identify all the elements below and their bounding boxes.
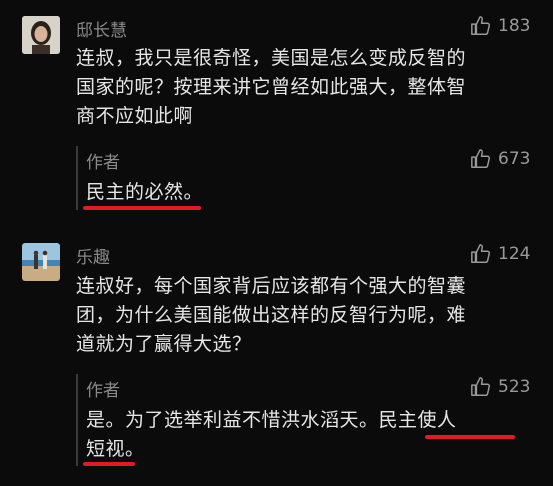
comment-text: 连叔，我只是很奇怪，美国是怎么变成反智的 国家的呢？按理来讲它曾经如此强大，整体… (76, 44, 466, 131)
avatar[interactable] (22, 16, 60, 54)
like-count: 673 (498, 149, 531, 169)
reply-line: 短视。 (86, 438, 145, 460)
reply-divider (76, 146, 78, 210)
reply-author[interactable]: 作者 (86, 376, 120, 401)
reply-text: 民主的必然。 (86, 178, 203, 207)
thumbs-up-icon (471, 377, 491, 396)
thumbs-up-icon (471, 149, 491, 168)
highlight-underline (425, 435, 515, 439)
like-count: 183 (498, 16, 531, 36)
comment-line: 商不应如此啊 (76, 105, 194, 127)
comment-line: 团，为什么美国能做出这样的反智行为呢，难 (76, 304, 467, 326)
like-button[interactable]: 523 (470, 376, 530, 398)
comment-author[interactable]: 乐趣 (76, 243, 110, 268)
avatar-beach-photo-icon (22, 243, 60, 281)
like-count: 124 (498, 244, 531, 264)
highlight-underline (83, 206, 201, 210)
comment-text: 连叔好，每个国家背后应该都有个强大的智囊 团，为什么美国能做出这样的反智行为呢，… (76, 272, 466, 359)
reply-text: 是。为了选举利益不惜洪水滔天。民主使人 短视。 (86, 406, 457, 464)
avatar[interactable] (22, 243, 60, 281)
comment-line: 连叔，我只是很奇怪，美国是怎么变成反智的 (76, 47, 467, 69)
avatar-portrait-icon (22, 16, 60, 54)
reply-line: 民主的必然。 (86, 181, 204, 203)
comment-line: 道就为了赢得大选？ (76, 333, 252, 355)
like-button[interactable]: 673 (470, 148, 530, 170)
reply-divider (76, 374, 78, 466)
reply-author[interactable]: 作者 (86, 148, 120, 173)
reply-line: 是。为了选举利益不惜洪水滔天。民主使人 (86, 409, 457, 431)
comment-list: 邸长慧 183 连叔，我只是很奇怪，美国是怎么变成反智的 国家的呢？按理来讲它曾… (0, 0, 553, 486)
like-button[interactable]: 183 (470, 15, 530, 37)
comment-author[interactable]: 邸长慧 (76, 16, 127, 41)
like-button[interactable]: 124 (470, 243, 530, 265)
comment-line: 连叔好，每个国家背后应该都有个强大的智囊 (76, 275, 467, 297)
highlight-underline (83, 462, 135, 466)
comment-line: 国家的呢？按理来讲它曾经如此强大，整体智 (76, 76, 467, 98)
like-count: 523 (498, 377, 531, 397)
thumbs-up-icon (471, 16, 491, 35)
thumbs-up-icon (471, 244, 491, 263)
